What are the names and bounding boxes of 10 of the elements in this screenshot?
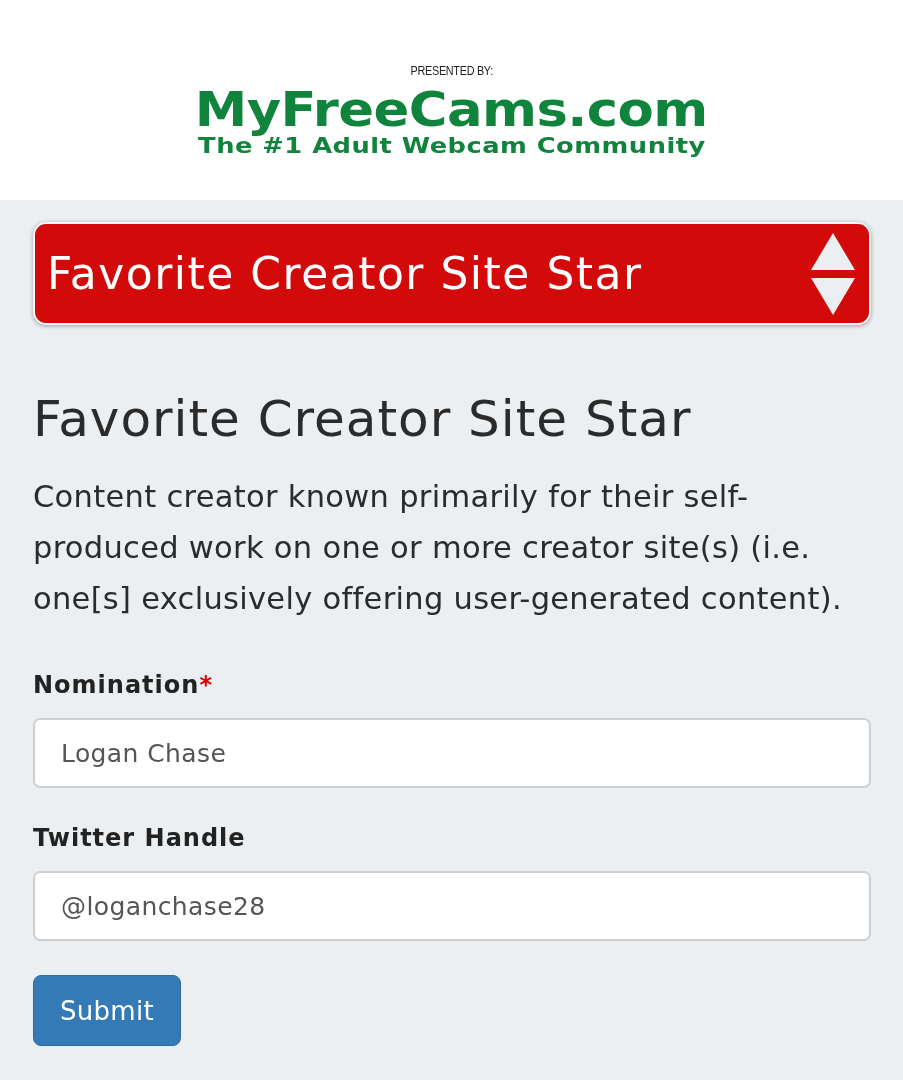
field-label: Twitter Handle (33, 823, 246, 854)
sort-arrows-icon (811, 232, 855, 315)
presented-by-text: PRESENTED BY: (410, 64, 493, 78)
description-text: Content creator known primarily for their self-produced work on one or more creator site(s) (i.e. one[s] exclusively offering user-generated content). (33, 478, 843, 618)
field-label: Nomination* (33, 670, 213, 701)
category-select[interactable]: Favorite Creator Site Star (33, 222, 871, 325)
submit-button[interactable]: Submit (33, 975, 181, 1046)
input-field[interactable]: @loganchase28 (33, 871, 871, 941)
input-field[interactable]: Logan Chase (33, 718, 871, 788)
page-title: Favorite Creator Site Star (33, 389, 693, 449)
